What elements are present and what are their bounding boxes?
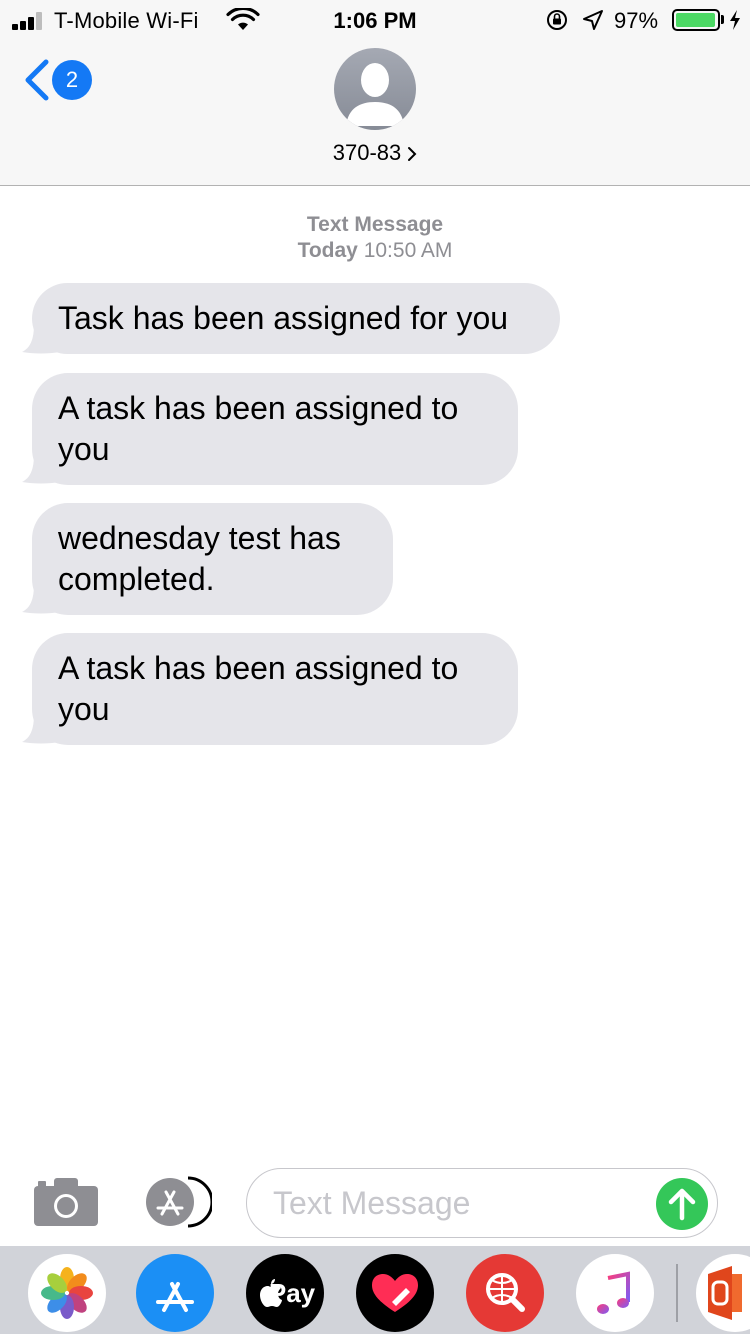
person-silhouette-icon: [346, 63, 404, 126]
charging-bolt-icon: [730, 10, 740, 30]
contact-name: 370-83: [332, 140, 402, 165]
service-label: Text Message: [306, 213, 444, 236]
message-bubble[interactable]: A task has been assigned to you: [32, 633, 518, 745]
message-text: Task has been assigned for you: [58, 300, 509, 336]
timestamp-time: 10:50 AM: [363, 239, 453, 262]
search-images-app-icon[interactable]: [466, 1254, 544, 1332]
music-app-icon[interactable]: [576, 1254, 654, 1332]
message-text: wednesday test has completed.: [58, 520, 341, 597]
message-text: A task has been assigned to you: [58, 390, 459, 467]
imessage-app-drawer: Pay: [0, 1246, 750, 1334]
orientation-lock-icon: [547, 10, 567, 30]
battery-cap: [721, 15, 724, 24]
battery-level-fill: [676, 13, 715, 27]
message-bubble[interactable]: wednesday test has completed.: [32, 503, 393, 615]
message-bubble[interactable]: Task has been assigned for you: [32, 283, 560, 354]
app-store-app-icon[interactable]: [136, 1254, 214, 1332]
apple-pay-app-icon[interactable]: Pay: [246, 1254, 324, 1332]
location-icon: [583, 10, 603, 30]
timestamp-day: Today: [297, 239, 358, 262]
message-input-container: [246, 1168, 718, 1238]
message-input[interactable]: [273, 1181, 653, 1225]
photos-app-icon[interactable]: [28, 1254, 106, 1332]
contact-info-button[interactable]: 370-83: [0, 140, 750, 166]
battery-percent: 97%: [614, 8, 659, 33]
drawer-divider: [676, 1264, 678, 1322]
send-button[interactable]: [656, 1178, 708, 1230]
camera-icon[interactable]: [32, 1176, 100, 1228]
office-app-icon[interactable]: [696, 1254, 750, 1332]
app-store-icon[interactable]: [140, 1176, 212, 1228]
digital-touch-app-icon[interactable]: [356, 1254, 434, 1332]
message-bubble[interactable]: A task has been assigned to you: [32, 373, 518, 485]
back-chevron-icon: [25, 59, 49, 101]
message-text: A task has been assigned to you: [58, 650, 459, 727]
back-button[interactable]: 2: [22, 56, 102, 104]
status-bar: T-Mobile Wi-Fi 1:06 PM 97%: [0, 0, 750, 40]
send-arrow-icon: [668, 1188, 696, 1221]
apple-pay-label: Pay: [268, 1278, 316, 1308]
battery-icon: [672, 9, 720, 31]
chevron-right-icon: [408, 147, 417, 162]
contact-avatar-icon[interactable]: [334, 48, 416, 130]
message-timestamp: Text Message Today 10:50 AM: [0, 212, 750, 264]
unread-count-badge: 2: [52, 60, 92, 100]
conversation-header: 2 370-83: [0, 40, 750, 186]
